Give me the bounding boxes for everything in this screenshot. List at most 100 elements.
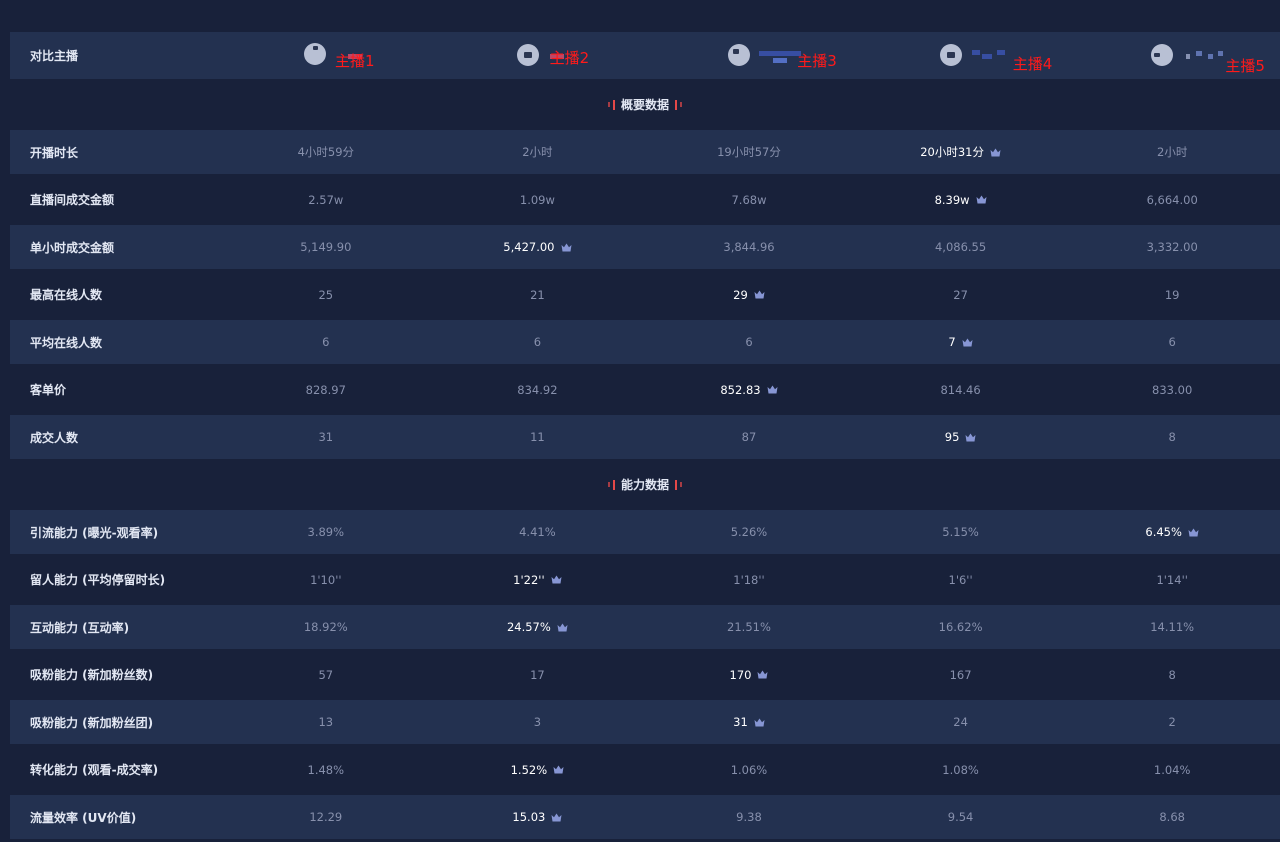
blurred-name xyxy=(1196,51,1203,56)
cell-value: 21.51% xyxy=(727,620,771,634)
cell-value: 6 xyxy=(533,335,542,349)
row-label: 转化能力 (观看-成交率) xyxy=(30,763,159,777)
cell-value: 20小时31分 xyxy=(920,145,984,159)
table-cell: 7.68w xyxy=(643,193,855,207)
table-cell: 6 xyxy=(1066,335,1278,349)
table-cell: 814.46 xyxy=(855,383,1067,397)
table-row: 互动能力 (互动率) 18.92% 24.57% 21.51% 16.62% 14.11% xyxy=(10,605,1280,649)
cell-value: 167 xyxy=(949,667,972,682)
anchor-name: 主播1 xyxy=(335,52,375,70)
table-cell: 1.09w xyxy=(432,193,644,207)
avatar xyxy=(728,44,751,66)
cell-value: 24 xyxy=(953,715,968,729)
table-cell: 11 xyxy=(432,430,644,444)
section-decoration-icon xyxy=(675,479,682,490)
table-cell: 7 xyxy=(855,335,1067,349)
cell-value: 1'22'' xyxy=(513,572,545,587)
crown-icon xyxy=(754,290,765,299)
table-cell: 6 xyxy=(432,335,644,349)
cell-value: 12.29 xyxy=(309,810,343,824)
crown-icon xyxy=(1188,528,1199,537)
blurred-name xyxy=(1218,51,1224,56)
anchor-3[interactable]: 主播3 xyxy=(643,32,855,79)
crown-icon xyxy=(551,575,562,584)
cell-value: 5.15% xyxy=(942,525,979,539)
section-title: 能力数据 xyxy=(620,478,669,492)
cell-value: 834.92 xyxy=(517,382,558,397)
blurred-name xyxy=(981,54,992,59)
table-cell: 1.06% xyxy=(643,763,855,777)
table-row: 开播时长 4小时59分 2小时 19小时57分 20小时31分 2小时 xyxy=(10,130,1280,174)
cell-value: 6.45% xyxy=(1145,525,1182,539)
anchor-5[interactable]: 主播5 xyxy=(1066,32,1278,79)
compare-table: 对比主播 主播1 主播2 主播3 主播4 主播5 概要数据 开播时长 4小时59… xyxy=(10,32,1280,839)
cell-value: 6 xyxy=(322,335,330,349)
table-cell: 4.41% xyxy=(432,525,644,539)
table-cell: 8.68 xyxy=(1066,810,1278,824)
anchor-header-row: 对比主播 主播1 主播2 主播3 主播4 主播5 xyxy=(10,32,1280,79)
row-label: 流量效率 (UV价值) xyxy=(30,810,137,825)
avatar xyxy=(1151,44,1174,66)
cell-value: 2小时 xyxy=(522,145,553,159)
section-decoration-icon xyxy=(607,99,615,110)
cell-value: 4,086.55 xyxy=(934,240,987,254)
cell-value: 6 xyxy=(1168,335,1176,349)
row-label: 直播间成交金额 xyxy=(30,193,115,207)
anchor-2[interactable]: 主播2 xyxy=(432,32,644,79)
cell-value: 4.41% xyxy=(519,525,556,539)
table-cell: 3.89% xyxy=(220,525,432,539)
section-decoration-icon xyxy=(607,479,615,490)
anchor-4[interactable]: 主播4 xyxy=(855,32,1067,79)
table-cell: 2 xyxy=(1066,715,1278,729)
table-cell: 5,427.00 xyxy=(432,240,644,254)
table-row: 吸粉能力 (新加粉丝团) 13 3 31 24 2 xyxy=(10,700,1280,744)
row-label: 单小时成交金额 xyxy=(30,240,115,255)
table-cell: 8 xyxy=(1066,430,1278,444)
cell-value: 5,149.90 xyxy=(300,240,352,254)
table-cell: 8 xyxy=(1066,668,1278,682)
table-cell: 24.57% xyxy=(432,620,644,634)
table-cell: 6 xyxy=(643,335,855,349)
table-row: 单小时成交金额 5,149.90 5,427.00 3,844.96 4,086.55 3… xyxy=(10,225,1280,269)
table-cell: 14.11% xyxy=(1066,620,1278,634)
crown-icon xyxy=(754,718,765,727)
blurred-name xyxy=(773,58,788,63)
row-label: 成交人数 xyxy=(30,430,79,445)
cell-value: 31 xyxy=(318,430,334,444)
anchor-name: 主播2 xyxy=(549,49,590,67)
cell-value: 17 xyxy=(530,667,545,682)
table-cell: 15.03 xyxy=(432,810,644,824)
anchor-name: 主播5 xyxy=(1225,57,1265,75)
anchor-1[interactable]: 主播1 xyxy=(220,32,432,79)
table-cell: 19小时57分 xyxy=(643,144,855,160)
cell-value: 7 xyxy=(948,335,956,349)
table-cell: 1'18'' xyxy=(643,573,855,587)
cell-value: 5,427.00 xyxy=(503,240,555,254)
cell-value: 814.46 xyxy=(940,382,981,397)
table-cell: 24 xyxy=(855,715,1067,729)
cell-value: 1.09w xyxy=(519,192,555,207)
cell-value: 3 xyxy=(533,715,542,729)
cell-value: 24.57% xyxy=(506,620,551,634)
row-label: 吸粉能力 (新加粉丝数) xyxy=(30,668,154,682)
table-cell: 1'6'' xyxy=(855,573,1067,587)
row-label: 吸粉能力 (新加粉丝团) xyxy=(30,715,154,730)
cell-value: 8 xyxy=(1168,667,1176,682)
row-label: 开播时长 xyxy=(30,145,79,160)
table-cell: 19 xyxy=(1066,288,1278,302)
cell-value: 1'14'' xyxy=(1156,572,1188,587)
table-cell: 1.52% xyxy=(432,763,644,777)
table-cell: 5.15% xyxy=(855,525,1067,539)
blurred-name xyxy=(759,51,802,56)
table-row: 客单价 828.97 834.92 852.83 814.46 833.00 xyxy=(10,364,1280,415)
table-cell: 6.45% xyxy=(1066,525,1278,539)
avatar xyxy=(516,44,539,66)
table-cell: 3,332.00 xyxy=(1066,240,1278,254)
table-cell: 1.48% xyxy=(220,763,432,777)
table-cell: 20小时31分 xyxy=(855,144,1067,160)
crown-icon xyxy=(767,385,778,394)
table-cell: 21 xyxy=(432,288,644,302)
table-cell: 3 xyxy=(432,715,644,729)
cell-value: 13 xyxy=(318,715,334,729)
table-cell: 4小时59分 xyxy=(220,144,432,160)
